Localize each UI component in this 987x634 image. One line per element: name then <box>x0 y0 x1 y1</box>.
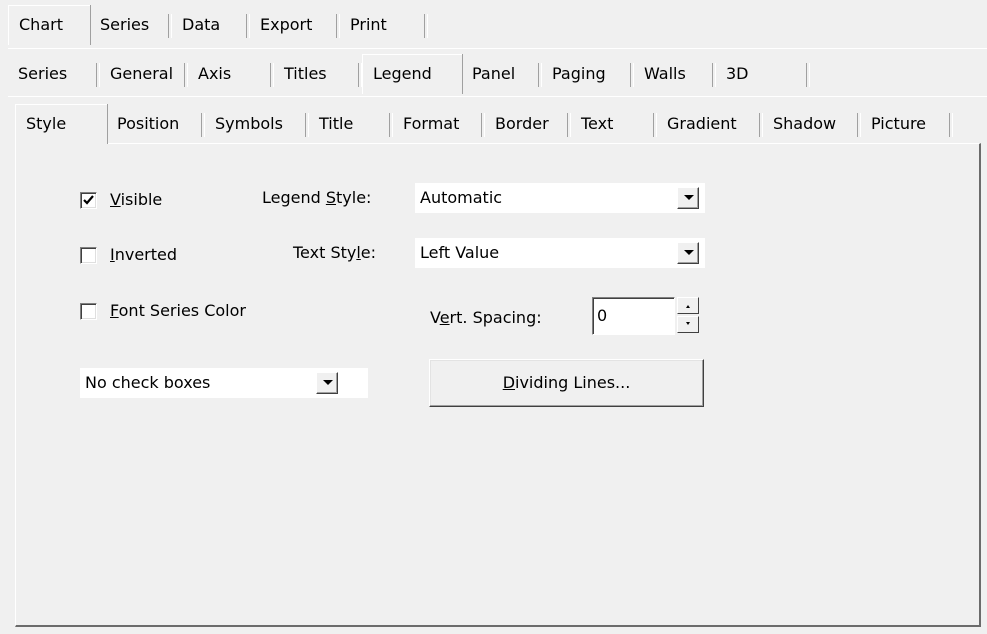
tab-series-top[interactable]: Series <box>90 8 172 42</box>
tab-row-divider <box>8 48 987 49</box>
inverted-label[interactable]: Inverted <box>110 244 177 266</box>
label-text: isible <box>120 190 163 209</box>
tab-label: Border <box>495 114 549 133</box>
tab-label: Walls <box>644 64 686 83</box>
mnemonic: S <box>325 188 337 207</box>
tab-axis[interactable]: Axis <box>188 57 274 91</box>
tab-border[interactable]: Border <box>485 107 571 141</box>
label-text: rt. Spacing: <box>449 308 542 327</box>
dividing-lines-button[interactable]: Dividing Lines... <box>429 359 704 407</box>
chevron-down-icon[interactable] <box>677 187 699 209</box>
text-style-combo[interactable]: Left Value <box>415 238 705 268</box>
tab-legend[interactable]: Legend <box>362 54 462 94</box>
tab-walls[interactable]: Walls <box>634 57 716 91</box>
tab-label: Title <box>319 114 354 133</box>
spin-down-button[interactable] <box>677 316 699 333</box>
label-text: ont Series Color <box>118 301 246 320</box>
spin-up-button[interactable] <box>677 297 699 314</box>
vert-spacing-input[interactable]: 0 <box>592 297 675 335</box>
tabs-row-legend: Style Position Symbols Title Format Bord… <box>15 104 987 145</box>
tab-label: Panel <box>472 64 516 83</box>
combo-value: Automatic <box>420 188 503 207</box>
tab-label: 3D <box>726 64 749 83</box>
tab-label: Format <box>403 114 460 133</box>
legend-style-combo[interactable]: Automatic <box>415 183 705 213</box>
label-text: e: <box>360 243 377 262</box>
check-boxes-combo[interactable]: No check boxes <box>80 368 368 398</box>
font-series-color-checkbox[interactable] <box>80 303 97 320</box>
tab-label: Position <box>117 114 180 133</box>
tab-label: Style <box>26 114 67 133</box>
chevron-down-icon[interactable] <box>677 242 699 264</box>
tab-label: Axis <box>198 64 232 83</box>
visible-label[interactable]: Visible <box>110 189 162 211</box>
tab-position[interactable]: Position <box>107 107 205 141</box>
tabs-row-chart: Series General Axis Titles Legend Panel … <box>8 54 987 95</box>
tab-row-divider <box>8 96 987 97</box>
mnemonic: F <box>110 301 119 320</box>
tab-label: Paging <box>552 64 606 83</box>
tab-label: Shadow <box>773 114 837 133</box>
tab-label: Data <box>182 15 221 34</box>
tab-export[interactable]: Export <box>250 8 340 42</box>
arrow-down-icon <box>686 322 690 325</box>
label-text: V <box>430 308 440 327</box>
tab-label: Symbols <box>215 114 283 133</box>
legend-style-label: Legend Style: <box>262 187 371 209</box>
visible-checkbox[interactable] <box>80 192 97 209</box>
label-text: nverted <box>114 245 178 264</box>
tab-label: Gradient <box>667 114 737 133</box>
tab-gradient[interactable]: Gradient <box>657 107 763 141</box>
mnemonic: V <box>110 190 121 209</box>
tabs-row-main: Chart Series Data Export Print <box>8 5 987 46</box>
tab-chart[interactable]: Chart <box>8 5 90 45</box>
tab-shadow[interactable]: Shadow <box>763 107 861 141</box>
tab-title[interactable]: Title <box>309 107 393 141</box>
tab-label: Picture <box>871 114 927 133</box>
tab-print[interactable]: Print <box>340 8 428 42</box>
mnemonic: D <box>502 373 516 392</box>
tab-label: Text <box>581 114 614 133</box>
combo-value: No check boxes <box>85 373 211 392</box>
check-mark-icon <box>83 195 94 205</box>
tab-series[interactable]: Series <box>8 57 100 91</box>
text-style-label: Text Style: <box>293 242 376 264</box>
label-text: tyle: <box>336 188 372 207</box>
tab-panel[interactable]: Panel <box>462 57 542 91</box>
tab-label: Titles <box>284 64 327 83</box>
arrow-up-icon <box>686 305 690 308</box>
tab-data[interactable]: Data <box>172 8 250 42</box>
inverted-checkbox[interactable] <box>80 247 97 264</box>
mnemonic: e <box>439 308 450 327</box>
tab-style[interactable]: Style <box>15 104 107 144</box>
tab-3d[interactable]: 3D <box>716 57 810 91</box>
tab-label: Print <box>350 15 387 34</box>
tab-paging[interactable]: Paging <box>542 57 634 91</box>
font-series-color-label[interactable]: Font Series Color <box>110 300 246 322</box>
combo-value: Left Value <box>420 243 500 262</box>
tab-label: Legend <box>373 64 432 83</box>
tab-label: Series <box>100 15 150 34</box>
tab-symbols[interactable]: Symbols <box>205 107 309 141</box>
label-text: Text Sty <box>293 243 357 262</box>
tab-text[interactable]: Text <box>571 107 657 141</box>
tab-label: Export <box>260 15 313 34</box>
chevron-down-icon[interactable] <box>316 372 338 394</box>
tab-picture[interactable]: Picture <box>861 107 953 141</box>
vert-spacing-label: Vert. Spacing: <box>430 307 542 329</box>
tab-format[interactable]: Format <box>393 107 485 141</box>
tab-titles[interactable]: Titles <box>274 57 362 91</box>
tab-label: General <box>110 64 174 83</box>
tab-label: Series <box>18 64 68 83</box>
tab-general[interactable]: General <box>100 57 188 91</box>
label-text: Legend <box>262 188 326 207</box>
tab-label: Chart <box>19 15 63 34</box>
button-label: ividing Lines... <box>515 373 631 392</box>
input-value: 0 <box>597 306 608 325</box>
